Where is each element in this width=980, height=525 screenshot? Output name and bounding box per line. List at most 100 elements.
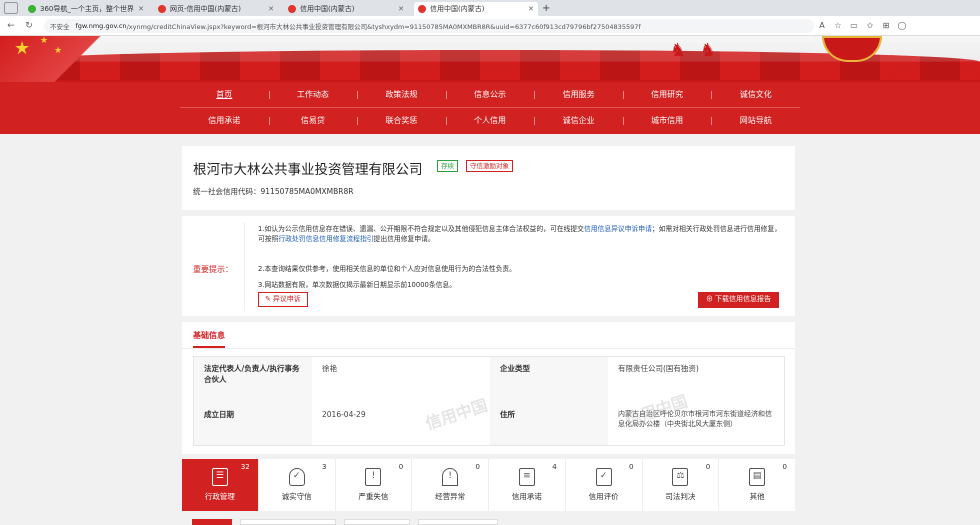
- not-secure-label[interactable]: 不安全: [50, 21, 70, 31]
- nav-city-credit[interactable]: 城市信用: [622, 108, 712, 134]
- favorites-icon[interactable]: ✩: [862, 21, 878, 30]
- tile-count: 0: [705, 463, 711, 471]
- tile-other[interactable]: 0 ▤ 其他: [719, 459, 795, 511]
- notice-text: 1.如认为公示信用信息存在错误、遗漏、公开期限不符合规定以及其他侵犯信息主体合法…: [258, 225, 584, 233]
- divider: [182, 348, 795, 349]
- objection-link[interactable]: 信用信息异议申诉申请: [584, 225, 652, 233]
- basic-info-panel: 基础信息 法定代表人/负责人/执行事务合伙人 徐艳 企业类型 有限责任公司(国有…: [182, 322, 795, 454]
- close-tab-icon[interactable]: ✕: [398, 5, 404, 13]
- reload-icon[interactable]: ↻: [22, 21, 36, 31]
- back-icon[interactable]: ←: [4, 21, 18, 31]
- tile-honest[interactable]: 3 ✓ 诚实守信: [259, 459, 336, 511]
- tile-abnormal[interactable]: 0 ! 经营异常: [412, 459, 489, 511]
- objection-button[interactable]: ✎ 异议申诉: [258, 292, 308, 307]
- tile-label: 行政管理: [204, 492, 235, 501]
- category-tiles: 32 ☰ 行政管理 3 ✓ 诚实守信 0 ! 严重失信 0 ! 经营异常 4 ≡…: [182, 459, 795, 511]
- close-tab-icon[interactable]: ✕: [138, 5, 144, 13]
- tile-count: 0: [629, 463, 634, 471]
- tab-actions-icon[interactable]: [4, 2, 18, 14]
- split-screen-icon[interactable]: ▭: [846, 21, 862, 30]
- address-label: 住所: [490, 403, 608, 445]
- nav-integrity-culture[interactable]: 诚信文化: [711, 82, 800, 107]
- company-type-label: 企业类型: [490, 357, 608, 403]
- main-nav: 首页 工作动态 政策法规 信息公示 信用服务 信用研究 诚信文化 信用承诺 信易…: [0, 82, 980, 134]
- new-tab-icon[interactable]: +: [542, 3, 550, 14]
- tile-serious-dishonest[interactable]: 0 ! 严重失信: [336, 459, 413, 511]
- nav-integrity-enterprise[interactable]: 诚信企业: [534, 108, 623, 134]
- nav-joint-rewards[interactable]: 联合奖惩: [357, 108, 446, 134]
- sub-tab[interactable]: [240, 519, 336, 525]
- tile-judicial[interactable]: 0 ⚖ 司法判决: [643, 459, 720, 511]
- tile-label: 信用评价: [588, 492, 619, 501]
- tile-count: 0: [782, 463, 787, 471]
- admin-icon: ☰: [211, 468, 228, 486]
- tab-title: 360导航_一个主页，整个世界: [40, 5, 134, 13]
- star-icon: ★: [40, 36, 49, 46]
- uscc-label: 统一社会信用代码：: [193, 187, 261, 196]
- tile-commitment[interactable]: 4 ≡ 信用承诺: [489, 459, 566, 511]
- address-bar: ← ↻ 不安全 fgw.nmg.gov.cn /xynmg/creditChin…: [0, 16, 980, 36]
- download-icon: ⊕: [706, 296, 715, 303]
- nav-work-news[interactable]: 工作动态: [268, 82, 358, 107]
- credit-badge: 守信激励对象: [466, 160, 513, 172]
- site-favicon-icon: [288, 5, 296, 13]
- tile-count: 0: [475, 463, 480, 471]
- repair-guide-link[interactable]: 行政处罚信息信用修复流程指引: [278, 235, 373, 243]
- notice-line-2: 2.本查询结果仅供参考，使用相关信息的单位和个人应对信息使用行为的合法性负责。: [258, 265, 516, 273]
- download-report-button[interactable]: ⊕ 下载信用信息报告: [698, 292, 779, 308]
- star-icon: ★: [54, 46, 63, 56]
- nav-policy[interactable]: 政策法规: [357, 82, 446, 107]
- download-button-label: 下载信用信息报告: [715, 296, 771, 303]
- url-host: fgw.nmg.gov.cn: [75, 21, 127, 30]
- nav-info-disclosure[interactable]: 信息公示: [445, 82, 535, 107]
- legal-rep-label: 法定代表人/负责人/执行事务合伙人: [194, 357, 312, 403]
- nav-credit-commitment[interactable]: 信用承诺: [180, 108, 269, 134]
- tile-admin[interactable]: 32 ☰ 行政管理: [182, 459, 259, 511]
- tile-label: 诚实守信: [281, 492, 312, 501]
- nav-credit-service[interactable]: 信用服务: [534, 82, 623, 107]
- tile-label: 司法判决: [665, 492, 696, 501]
- url-path: /xynmg/creditChinaView.jspx?keyword=根河市大…: [126, 22, 641, 31]
- tile-count: 0: [398, 463, 404, 471]
- tab-title: 信用中国(内蒙古): [430, 5, 485, 13]
- notice-label: 重要提示：: [193, 265, 233, 274]
- collections-icon[interactable]: ⊞: [878, 21, 894, 30]
- tab-title: 信用中国(内蒙古): [300, 5, 355, 13]
- nav-home[interactable]: 首页: [180, 82, 269, 107]
- document-icon: ≡: [518, 468, 535, 486]
- uscc-value: 91150785MA0MXMBR8R: [260, 187, 354, 196]
- legal-rep-value: 徐艳: [322, 364, 337, 373]
- tab-title: 网页-信用中国(内蒙古): [170, 5, 241, 13]
- profile-icon[interactable]: ◯: [894, 21, 910, 30]
- browser-tab-1[interactable]: 360导航_一个主页，整个世界 ✕: [24, 2, 148, 16]
- nav-personal-credit[interactable]: 个人信用: [445, 108, 535, 134]
- sub-tab[interactable]: [418, 519, 498, 525]
- sub-tab[interactable]: [344, 519, 410, 525]
- founding-date-value: 2016-04-29: [322, 410, 366, 419]
- star-icon: ★: [14, 38, 31, 59]
- tile-count: 32: [240, 463, 250, 471]
- nav-site-map[interactable]: 网站导航: [711, 108, 800, 134]
- gavel-icon: ⚖: [672, 468, 689, 486]
- read-aloud-icon[interactable]: A: [814, 21, 830, 30]
- nav-row-2: 信用承诺 信易贷 联合奖惩 个人信用 诚信企业 城市信用 网站导航: [180, 108, 800, 134]
- objection-button-label: 异议申诉: [272, 296, 301, 303]
- company-name: 根河市大林公共事业投资管理有限公司: [193, 162, 423, 178]
- tile-label: 其他: [749, 492, 765, 501]
- browser-tab-2[interactable]: 网页-信用中国(内蒙古) ✕: [154, 2, 278, 16]
- tile-evaluation[interactable]: 0 ✓ 信用评价: [566, 459, 643, 511]
- other-icon: ▤: [749, 468, 766, 486]
- close-tab-icon[interactable]: ✕: [268, 5, 274, 13]
- notice-panel: 重要提示： 1.如认为公示信用信息存在错误、遗漏、公开期限不符合规定以及其他侵犯…: [182, 216, 795, 316]
- favorite-star-icon[interactable]: ☆: [830, 21, 846, 30]
- tile-label: 信用承诺: [511, 492, 542, 501]
- uscc-line: 统一社会信用代码：91150785MA0MXMBR8R: [193, 186, 353, 197]
- browser-tab-4[interactable]: 信用中国(内蒙古) ✕: [414, 2, 538, 16]
- close-tab-icon[interactable]: ✕: [528, 5, 534, 13]
- sub-tab[interactable]: [192, 519, 232, 525]
- nav-credit-loan[interactable]: 信易贷: [268, 108, 358, 134]
- nav-credit-research[interactable]: 信用研究: [622, 82, 712, 107]
- url-field[interactable]: 不安全 fgw.nmg.gov.cn /xynmg/creditChinaVie…: [44, 18, 814, 33]
- browser-tab-3[interactable]: 信用中国(内蒙古) ✕: [284, 2, 408, 16]
- site-favicon-icon: [158, 5, 166, 13]
